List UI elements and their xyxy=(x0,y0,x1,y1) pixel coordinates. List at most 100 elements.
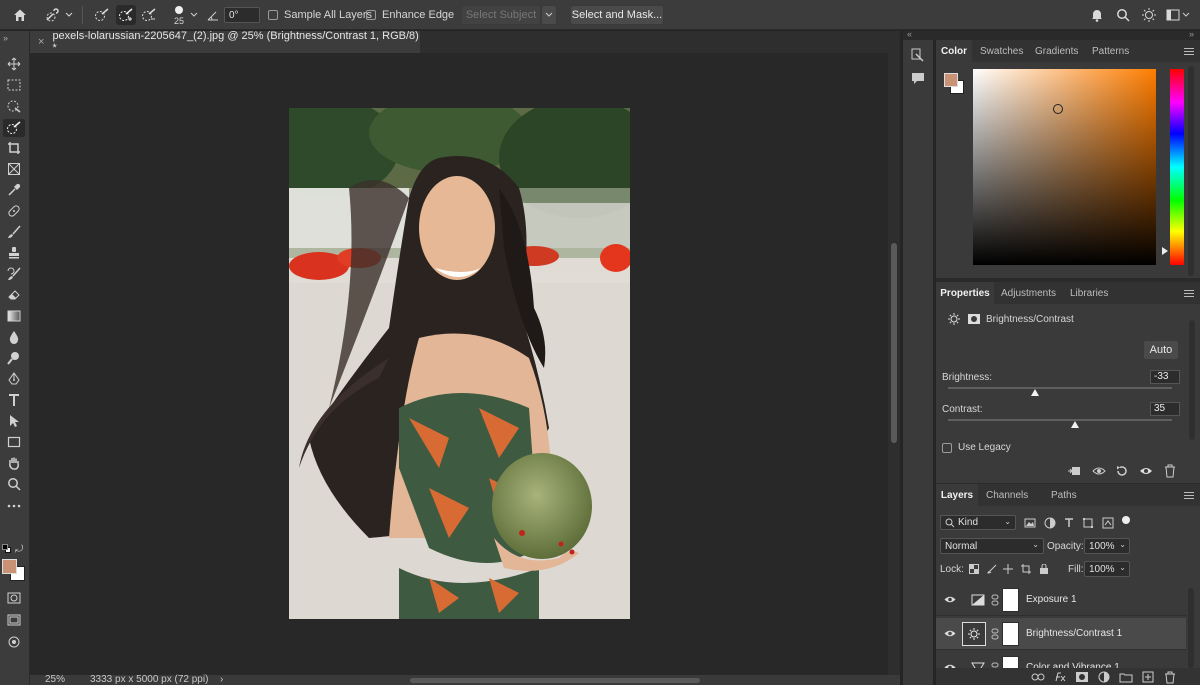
layer-mask-link-icon[interactable] xyxy=(991,628,999,640)
collapse-toolbar-icon[interactable]: » xyxy=(3,33,8,43)
toggle-visibility-icon[interactable] xyxy=(1138,464,1154,478)
edit-toolbar-icon[interactable] xyxy=(3,633,25,651)
scrollbar-thumb[interactable] xyxy=(891,243,897,443)
quick-selection-tool-icon[interactable] xyxy=(3,119,25,137)
lock-image-pixels-icon[interactable] xyxy=(984,562,1000,576)
select-subject-dropdown[interactable] xyxy=(541,5,557,25)
tab-swatches[interactable]: Swatches xyxy=(980,40,1023,62)
screen-mode-icon[interactable] xyxy=(3,611,25,629)
clip-to-layer-icon[interactable] xyxy=(1066,464,1082,478)
document-image[interactable] xyxy=(289,108,630,619)
layer-visibility-eye-icon[interactable] xyxy=(944,595,956,604)
type-tool-icon[interactable] xyxy=(3,391,25,409)
close-tab-icon[interactable]: × xyxy=(38,36,44,48)
color-panel-scrollbar[interactable] xyxy=(1188,66,1194,276)
opacity-input[interactable]: 100% ⌄ xyxy=(1084,538,1130,554)
layer-name[interactable]: Brightness/Contrast 1 xyxy=(1026,628,1122,639)
tab-color[interactable]: Color xyxy=(936,40,972,62)
tab-properties[interactable]: Properties xyxy=(936,282,994,304)
tab-gradients[interactable]: Gradients xyxy=(1035,40,1078,62)
saturation-brightness-field[interactable] xyxy=(973,69,1156,265)
horizontal-scrollbar-thumb[interactable] xyxy=(410,678,700,683)
add-to-selection-icon[interactable] xyxy=(116,5,136,25)
filter-adjustment-layers-icon[interactable] xyxy=(1042,516,1058,530)
workspace-switcher-icon[interactable] xyxy=(1164,5,1192,25)
view-previous-state-icon[interactable] xyxy=(1091,464,1107,478)
collapse-dock-icon[interactable]: « xyxy=(907,29,912,39)
select-and-mask-button[interactable]: Select and Mask... xyxy=(570,5,664,25)
healing-brush-tool-icon[interactable] xyxy=(3,202,25,220)
brush-size-picker[interactable]: 25 xyxy=(169,3,189,27)
filter-type-layers-icon[interactable] xyxy=(1061,516,1077,530)
eyedropper-tool-icon[interactable] xyxy=(3,181,25,199)
color-panel-foreground-swatch[interactable] xyxy=(944,73,958,87)
layer-row-exposure[interactable]: Exposure 1 xyxy=(936,584,1186,616)
vertical-scrollbar[interactable] xyxy=(888,53,900,675)
zoom-level[interactable]: 25% xyxy=(45,675,65,685)
subtract-from-selection-icon[interactable] xyxy=(139,5,159,25)
delete-adjustment-icon[interactable] xyxy=(1162,464,1178,478)
tab-channels[interactable]: Channels xyxy=(986,484,1028,506)
fill-input[interactable]: 100% ⌄ xyxy=(1084,561,1130,577)
comments-panel-icon[interactable] xyxy=(911,72,925,86)
path-selection-tool-icon[interactable] xyxy=(3,412,25,430)
panel-menu-icon[interactable] xyxy=(1184,48,1194,55)
brightness-slider[interactable] xyxy=(948,387,1172,389)
brush-tool-icon[interactable] xyxy=(3,223,25,241)
layer-name[interactable]: Exposure 1 xyxy=(1026,594,1077,605)
gradient-tool-icon[interactable] xyxy=(3,307,25,325)
new-layer-icon[interactable] xyxy=(1140,670,1156,684)
home-icon[interactable] xyxy=(10,5,30,25)
properties-scrollbar[interactable] xyxy=(1189,320,1195,440)
filter-pixel-layers-icon[interactable] xyxy=(1022,516,1038,530)
tab-layers[interactable]: Layers xyxy=(936,484,978,506)
layers-scrollbar[interactable] xyxy=(1188,588,1194,668)
foreground-color-swatch[interactable] xyxy=(2,559,17,574)
bell-icon[interactable] xyxy=(1087,5,1107,25)
filter-smart-objects-icon[interactable] xyxy=(1100,516,1116,530)
swap-colors-icon[interactable]: ⤾ xyxy=(15,544,23,555)
layer-mask-link-icon[interactable] xyxy=(991,594,999,606)
layer-mask-thumbnail[interactable] xyxy=(1002,588,1019,612)
layer-visibility-eye-icon[interactable] xyxy=(944,629,956,638)
lock-artboard-icon[interactable] xyxy=(1018,562,1034,576)
layer-filter-kind-select[interactable]: Kind ⌄ xyxy=(940,515,1016,530)
default-colors-icon[interactable] xyxy=(2,544,12,554)
blend-mode-select[interactable]: Normal ⌄ xyxy=(940,538,1044,554)
discover-lightbulb-icon[interactable] xyxy=(1139,5,1159,25)
tab-libraries[interactable]: Libraries xyxy=(1070,282,1108,304)
reset-adjustment-icon[interactable] xyxy=(1114,464,1130,478)
magic-wand-lasso-tool-icon[interactable] xyxy=(3,97,25,115)
zoom-tool-icon[interactable] xyxy=(3,475,25,493)
history-brush-tool-icon[interactable] xyxy=(3,265,25,283)
color-picker-ring[interactable] xyxy=(1053,104,1063,114)
layer-style-fx-icon[interactable] xyxy=(1052,670,1068,684)
crop-tool-icon[interactable] xyxy=(3,139,25,157)
enhance-edge-checkbox[interactable] xyxy=(366,10,376,20)
document-tab[interactable]: × pexels-lolarussian-2205647_(2).jpg @ 2… xyxy=(30,30,420,54)
expand-dock-icon[interactable]: » xyxy=(1189,29,1194,39)
layer-row-brightness-contrast[interactable]: Brightness/Contrast 1 xyxy=(936,618,1186,650)
layer-mask-thumbnail[interactable] xyxy=(1002,622,1019,646)
delete-layer-icon[interactable] xyxy=(1162,670,1178,684)
tab-adjustments[interactable]: Adjustments xyxy=(1001,282,1056,304)
search-icon[interactable] xyxy=(1113,5,1133,25)
eraser-tool-icon[interactable] xyxy=(3,286,25,304)
hue-slider[interactable] xyxy=(1170,69,1184,265)
dodge-tool-icon[interactable] xyxy=(3,349,25,367)
select-subject-button[interactable]: Select Subject xyxy=(461,5,541,25)
tab-paths[interactable]: Paths xyxy=(1051,484,1077,506)
tab-patterns[interactable]: Patterns xyxy=(1092,40,1129,62)
panel-menu-icon[interactable] xyxy=(1184,290,1194,297)
frame-tool-icon[interactable] xyxy=(3,160,25,178)
contrast-input[interactable]: 35 xyxy=(1150,402,1180,416)
brightness-slider-handle[interactable] xyxy=(1031,389,1040,396)
angle-input[interactable]: 0° xyxy=(224,7,260,23)
use-legacy-checkbox[interactable] xyxy=(942,443,952,453)
rectangular-marquee-tool-icon[interactable] xyxy=(3,76,25,94)
filter-shape-layers-icon[interactable] xyxy=(1080,516,1096,530)
blur-tool-icon[interactable] xyxy=(3,328,25,346)
link-layers-icon[interactable] xyxy=(1030,670,1046,684)
lock-all-icon[interactable] xyxy=(1036,562,1052,576)
rectangle-tool-icon[interactable] xyxy=(3,433,25,451)
